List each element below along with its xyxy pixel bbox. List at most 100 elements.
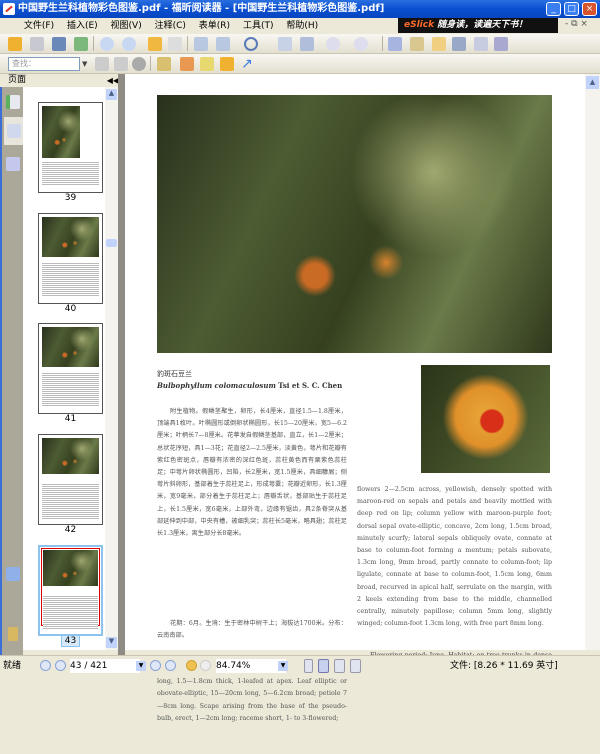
- back-status-icon[interactable]: [186, 660, 197, 671]
- select-text-icon[interactable]: [410, 37, 424, 51]
- pencil-icon[interactable]: [180, 57, 194, 71]
- window-title: 中国野生兰科植物彩色图鉴.pdf - 福昕阅读器 - [中国野生兰科植物彩色图鉴…: [18, 3, 385, 14]
- scroll-thumb[interactable]: [106, 239, 117, 247]
- zoom-out-icon[interactable]: [326, 37, 340, 51]
- thumbnail-page-41[interactable]: [38, 323, 103, 414]
- thumbnail-label: 41: [64, 414, 77, 424]
- scroll-down-icon[interactable]: ▼: [106, 637, 117, 648]
- status-ready: 就绪: [3, 661, 22, 671]
- textbox-icon[interactable]: [200, 57, 214, 71]
- english-description-right: flowers 2—2.5cm across, yellowish, dense…: [357, 486, 552, 628]
- find-next-icon[interactable]: [114, 57, 128, 71]
- prev-page-icon[interactable]: [100, 37, 114, 51]
- minimize-button[interactable]: _: [546, 2, 561, 16]
- pages-tab-icon[interactable]: [7, 124, 21, 138]
- latin-name: Bulbophyllum colomaculosum: [157, 381, 276, 390]
- thumbnail-page-39[interactable]: [38, 102, 103, 193]
- comments-tab-icon[interactable]: [6, 567, 20, 581]
- menu-help[interactable]: 帮助(H): [281, 18, 323, 34]
- forward-status-icon[interactable]: [200, 660, 211, 671]
- zoom-input[interactable]: 84.74%: [216, 659, 286, 673]
- thumbnail-page-40[interactable]: [38, 213, 103, 304]
- secondary-toolbar: ↗: [0, 54, 600, 74]
- fit-width-icon[interactable]: [300, 37, 314, 51]
- typewriter-icon[interactable]: [474, 37, 488, 51]
- zoom-dropdown-icon[interactable]: ▼: [278, 661, 288, 671]
- thumbnail-image: [42, 327, 99, 367]
- menu-tools[interactable]: 工具(T): [238, 18, 279, 34]
- flower-closeup-photo: [421, 365, 550, 473]
- open-icon[interactable]: [8, 37, 22, 51]
- thumbnail-scrollbar[interactable]: ▲ ▼: [105, 87, 118, 650]
- species-name-cn: 豹斑石豆兰: [157, 370, 192, 378]
- single-page-icon[interactable]: [304, 659, 313, 673]
- rotate2-icon[interactable]: [216, 37, 230, 51]
- attachment-icon[interactable]: [8, 627, 18, 641]
- rotate-icon[interactable]: [194, 37, 208, 51]
- next-page-status-icon[interactable]: [150, 660, 161, 671]
- note-icon[interactable]: [157, 57, 171, 71]
- scroll-up-icon[interactable]: ▲: [106, 89, 117, 100]
- fit-page-icon[interactable]: [278, 37, 292, 51]
- continuous-icon[interactable]: [318, 659, 329, 673]
- menu-form[interactable]: 表单(R): [194, 18, 235, 34]
- thumbnail-label: 39: [64, 193, 77, 203]
- last-page-icon[interactable]: [165, 660, 176, 671]
- zoom-in-icon[interactable]: [244, 37, 258, 51]
- zoom-plus-icon[interactable]: [354, 37, 368, 51]
- save-icon[interactable]: [30, 37, 44, 51]
- menu-view[interactable]: 视图(V): [106, 18, 147, 34]
- thumbnail-page-42[interactable]: [38, 434, 103, 525]
- forward-icon[interactable]: [168, 37, 182, 51]
- facing-icon[interactable]: [334, 659, 345, 673]
- english-description-left: An epiphytic plant. Pseudobulbs clustere…: [157, 666, 347, 722]
- doc-scroll-up-icon[interactable]: ▲: [586, 76, 599, 89]
- email-icon[interactable]: [74, 37, 88, 51]
- chinese-flowering: 花期：6月。生境：生于密林中树干上；海拔达1700米。分布：云南南部。: [157, 620, 347, 640]
- comment-icon[interactable]: [220, 57, 234, 71]
- thumbnail-text: [42, 372, 99, 407]
- arrow-icon[interactable]: ↗: [241, 57, 255, 71]
- eslick-ad-banner[interactable]: eSlick 随身读，读遍天下书！: [398, 18, 558, 33]
- search-dropdown-icon[interactable]: ▼: [82, 60, 87, 68]
- first-page-icon[interactable]: [40, 660, 51, 671]
- species-name-latin: Bulbophyllum colomaculosum Tsi et S. C. …: [157, 381, 342, 390]
- author: Tsi et S. C. Chen: [278, 381, 343, 390]
- menu-comment[interactable]: 注释(C): [150, 18, 191, 34]
- thumbnail-image: [42, 106, 80, 158]
- page-number-input[interactable]: 43 / 421: [70, 659, 140, 673]
- page-dropdown-icon[interactable]: ▼: [136, 661, 146, 671]
- ad-text: 随身读，读遍天下书！: [437, 20, 528, 30]
- prev-page-status-icon[interactable]: [55, 660, 66, 671]
- menu-file[interactable]: 文件(F): [19, 18, 59, 34]
- binoculars-icon[interactable]: [452, 37, 466, 51]
- print-icon[interactable]: [52, 37, 66, 51]
- back-icon[interactable]: [148, 37, 162, 51]
- layers-tab-icon[interactable]: [6, 157, 20, 171]
- snapshot-icon[interactable]: [494, 37, 508, 51]
- menu-insert[interactable]: 插入(E): [62, 18, 103, 34]
- find-prev-icon[interactable]: [95, 57, 109, 71]
- close-button[interactable]: ×: [582, 2, 597, 16]
- thumbnail-page-43-selected[interactable]: [38, 545, 103, 636]
- file-size: 文件: [8.26 * 11.69 英寸]: [450, 661, 558, 671]
- thumbnail-label-selected: 43: [38, 635, 103, 647]
- hand-tool-icon[interactable]: [388, 37, 402, 51]
- bookmarks-tab-icon[interactable]: [6, 95, 20, 109]
- thumbnail-text: [42, 161, 99, 186]
- thumbnail-text: [43, 595, 98, 629]
- ad-brand: eSlick: [404, 20, 435, 30]
- sidebar-tabs: [0, 87, 25, 655]
- search-icon[interactable]: [132, 57, 146, 71]
- thumbnail-label: 40: [64, 304, 77, 314]
- document-scrollbar[interactable]: ▲: [585, 74, 600, 650]
- sidebar-splitter[interactable]: [118, 74, 125, 655]
- orchid-photo: [157, 95, 552, 353]
- continuous-facing-icon[interactable]: [350, 659, 361, 673]
- thumbnail-image: [42, 217, 99, 257]
- maximize-button[interactable]: □: [564, 2, 579, 16]
- search-input[interactable]: 查找：: [8, 57, 80, 71]
- doc-window-controls[interactable]: - ⧉ ×: [565, 19, 588, 29]
- pointer-icon[interactable]: [432, 37, 446, 51]
- next-page-icon[interactable]: [122, 37, 136, 51]
